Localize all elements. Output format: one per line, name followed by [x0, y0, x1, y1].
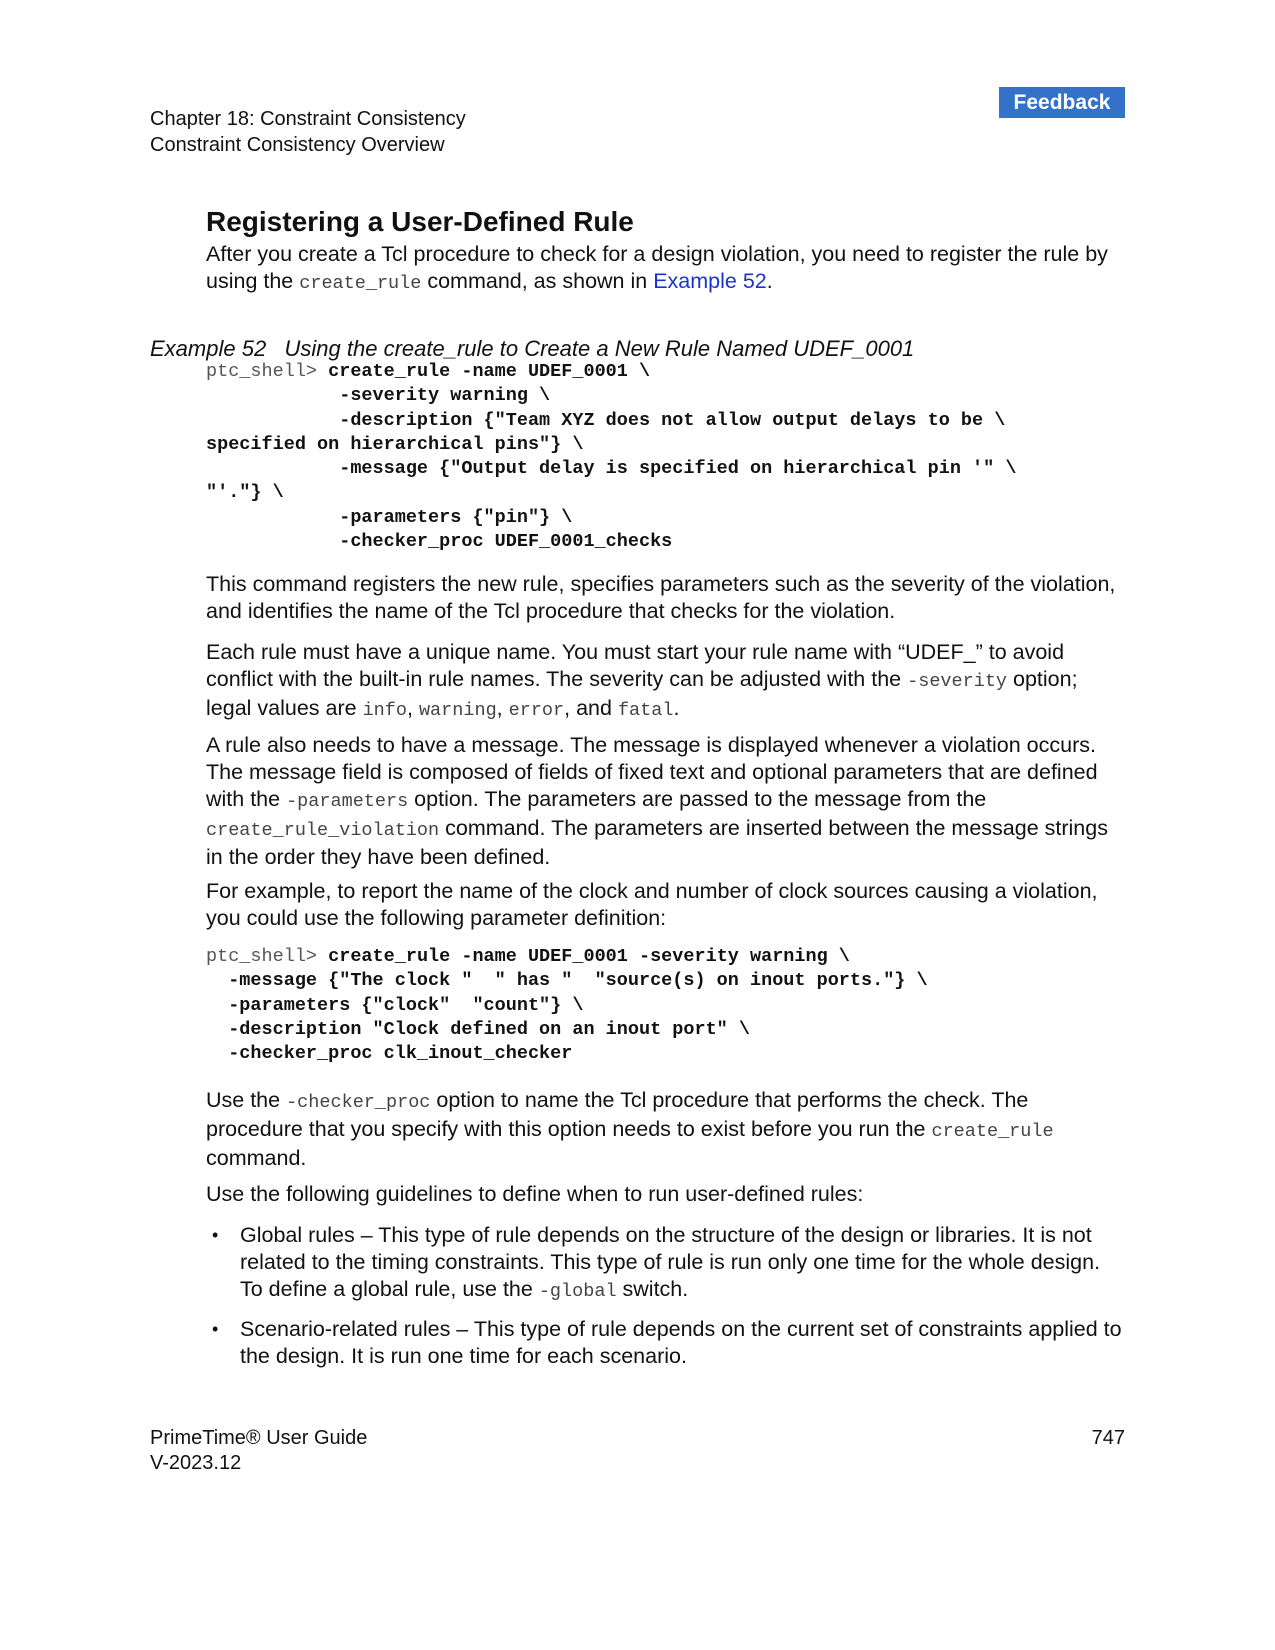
code-info: info: [362, 700, 407, 721]
paragraph-1: This command registers the new rule, spe…: [206, 572, 1116, 623]
paragraph-6: Use the following guidelines to define w…: [206, 1182, 864, 1206]
example-title: Using the create_rule to Create a New Ru…: [284, 336, 915, 361]
code-line: -description "Clock defined on an inout …: [206, 1018, 750, 1040]
code-prompt: ptc_shell>: [206, 361, 329, 382]
footer-version: V-2023.12: [150, 1452, 242, 1474]
code-global: -global: [538, 1281, 617, 1302]
bullet-dot: •: [212, 1225, 219, 1245]
bullet-scenario-rules: Scenario-related rules – This type of ru…: [240, 1317, 1122, 1368]
feedback-button[interactable]: Feedback: [999, 87, 1125, 118]
footer-guide-title: PrimeTime® User Guide: [150, 1427, 368, 1449]
code-create-rule: create_rule: [931, 1121, 1054, 1142]
code-checker-proc: -checker_proc: [286, 1092, 431, 1113]
code-warning: warning: [418, 700, 497, 721]
code-create-rule-violation: create_rule_violation: [206, 820, 440, 841]
code-severity: -severity: [907, 671, 1008, 692]
example-caption: Example 52 Using the create_rule to Crea…: [150, 335, 914, 362]
p2-sep-1: ,: [407, 696, 419, 720]
code-fatal: fatal: [617, 700, 674, 721]
code-error: error: [508, 700, 565, 721]
p3-text-2: option. The parameters are passed to the…: [408, 787, 987, 811]
example-52-link[interactable]: Example 52: [653, 269, 767, 293]
header-chapter: Chapter 18: Constraint Consistency: [150, 108, 466, 130]
code-line: -severity warning \: [206, 385, 551, 407]
code-line: -parameters {"pin"} \: [206, 506, 573, 528]
paragraph-5: Use the -checker_proc option to name the…: [206, 1087, 1126, 1172]
header-section: Constraint Consistency Overview: [150, 134, 445, 156]
code-line: create_rule -name UDEF_0001 \: [328, 361, 651, 382]
p5-text-3: command.: [206, 1146, 307, 1170]
code-line: "'."} \: [206, 482, 284, 504]
page-number: 747: [1091, 1427, 1125, 1449]
code-line: -parameters {"clock" "count"} \: [206, 994, 584, 1016]
code-prompt: ptc_shell>: [206, 946, 329, 967]
code-line: -checker_proc UDEF_0001_checks: [206, 531, 673, 553]
bullet-dot: •: [212, 1319, 219, 1339]
paragraph-2: Each rule must have a unique name. You m…: [206, 639, 1126, 724]
intro-text-2: command, as shown in: [421, 269, 654, 293]
bullet-global-rules: Global rules – This type of rule depends…: [240, 1222, 1126, 1305]
intro-paragraph: After you create a Tcl procedure to chec…: [206, 241, 1126, 297]
page-title: Registering a User-Defined Rule: [206, 206, 634, 237]
paragraph-4: For example, to report the name of the c…: [206, 879, 1098, 930]
code-line: -message {"Output delay is specified on …: [206, 458, 1017, 480]
code-create-rule: create_rule: [299, 273, 422, 294]
intro-text-3: .: [766, 269, 773, 293]
code-line: -description {"Team XYZ does not allow o…: [206, 409, 1006, 431]
p2-text-3: .: [673, 696, 680, 720]
p5-text-1: Use the: [206, 1088, 287, 1112]
code-line: create_rule -name UDEF_0001 -severity wa…: [328, 946, 850, 967]
paragraph-3: A rule also needs to have a message. The…: [206, 732, 1126, 871]
code-block-1: ptc_shell> create_rule -name UDEF_0001 \…: [206, 360, 1016, 554]
p2-sep-3: , and: [564, 696, 618, 720]
code-parameters: -parameters: [286, 791, 409, 812]
code-block-2: ptc_shell> create_rule -name UDEF_0001 -…: [206, 945, 928, 1066]
code-line: -checker_proc clk_inout_checker: [206, 1043, 573, 1065]
code-line: specified on hierarchical pins"} \: [206, 433, 584, 455]
code-line: -message {"The clock " " has " "source(s…: [206, 970, 928, 992]
p2-sep-2: ,: [496, 696, 509, 720]
example-label: Example 52: [150, 336, 267, 361]
bullet-1-tail: switch.: [616, 1277, 689, 1301]
